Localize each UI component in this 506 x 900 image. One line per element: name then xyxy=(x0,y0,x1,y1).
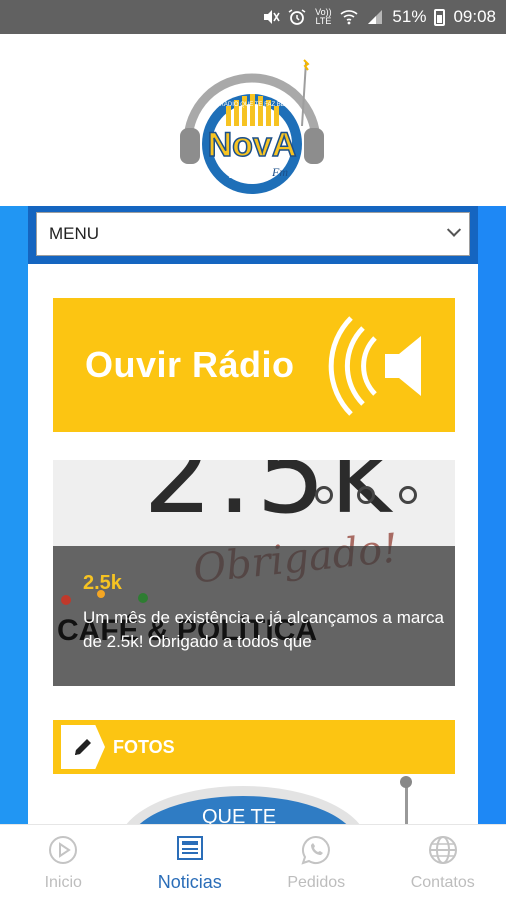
menu-select[interactable]: MENU xyxy=(36,212,470,256)
globe-icon xyxy=(428,835,457,864)
photo-preview-text: QUE TE xyxy=(202,806,277,824)
photo-antenna-tip xyxy=(400,776,412,788)
news-image-dots xyxy=(315,486,417,504)
volte-icon: Vo)) LTE xyxy=(315,7,332,26)
alarm-icon xyxy=(289,9,306,25)
logo-tagline: A RÁDIO QUE TE FAZ BEM xyxy=(214,101,290,108)
fotos-section-header[interactable]: FOTOS xyxy=(53,720,455,774)
play-circle-icon xyxy=(49,835,78,864)
nav-item-noticias[interactable]: Noticias xyxy=(127,825,254,900)
news-summary: Um mês de existência e já alcançamos a m… xyxy=(83,608,444,651)
signal-icon xyxy=(368,10,383,24)
menu-select-value: MENU xyxy=(49,224,100,243)
nav-label-pedidos: Pedidos xyxy=(287,873,346,891)
listen-radio-label: Ouvir Rádio xyxy=(85,344,295,385)
news-badge: 2.5k xyxy=(83,572,122,594)
wifi-icon xyxy=(340,10,358,25)
fotos-title: FOTOS xyxy=(113,736,175,757)
battery-percent: 51% xyxy=(392,7,427,26)
battery-icon xyxy=(434,8,446,26)
nav-label-inicio: Inicio xyxy=(44,873,82,891)
status-bar: Vo)) LTE 51% 09:08 xyxy=(0,0,506,34)
nav-item-pedidos[interactable]: Pedidos xyxy=(253,825,380,900)
mute-icon xyxy=(264,10,281,24)
nav-item-inicio[interactable]: Inicio xyxy=(0,825,127,900)
photo-preview[interactable]: QUE TE xyxy=(118,786,368,824)
nav-label-contatos: Contatos xyxy=(410,873,475,891)
logo-name: NovA xyxy=(208,126,297,164)
speaker-waves-icon xyxy=(328,316,421,416)
photo-antenna-stick xyxy=(405,784,408,824)
nova-fm-logo: A RÁDIO QUE TE FAZ BEM NovA 106.7 Fm xyxy=(180,59,324,194)
app-header: A RÁDIO QUE TE FAZ BEM NovA 106.7 Fm xyxy=(0,34,506,206)
logo-suffix: Fm xyxy=(271,165,288,179)
menu-container: MENU xyxy=(28,206,478,264)
main-content: Ouvir Rádio 2.5k Obrigado! CAFÉ & POLÍTI… xyxy=(28,264,478,824)
nav-label-noticias: Noticias xyxy=(157,872,222,892)
news-card[interactable]: 2.5k Obrigado! CAFÉ & POLÍTICA 2.5k Um m… xyxy=(53,460,455,686)
whatsapp-icon xyxy=(301,835,331,865)
newspaper-icon xyxy=(176,836,203,860)
listen-radio-button[interactable]: Ouvir Rádio xyxy=(53,298,455,432)
nav-item-contatos[interactable]: Contatos xyxy=(380,825,506,900)
chevron-down-icon xyxy=(446,222,462,237)
bottom-nav: Inicio Noticias Pedidos Contatos xyxy=(0,824,506,900)
pencil-icon xyxy=(61,725,105,769)
left-frame xyxy=(0,206,28,826)
logo-frequency: 106.7 xyxy=(229,167,260,181)
status-time: 09:08 xyxy=(453,7,496,26)
